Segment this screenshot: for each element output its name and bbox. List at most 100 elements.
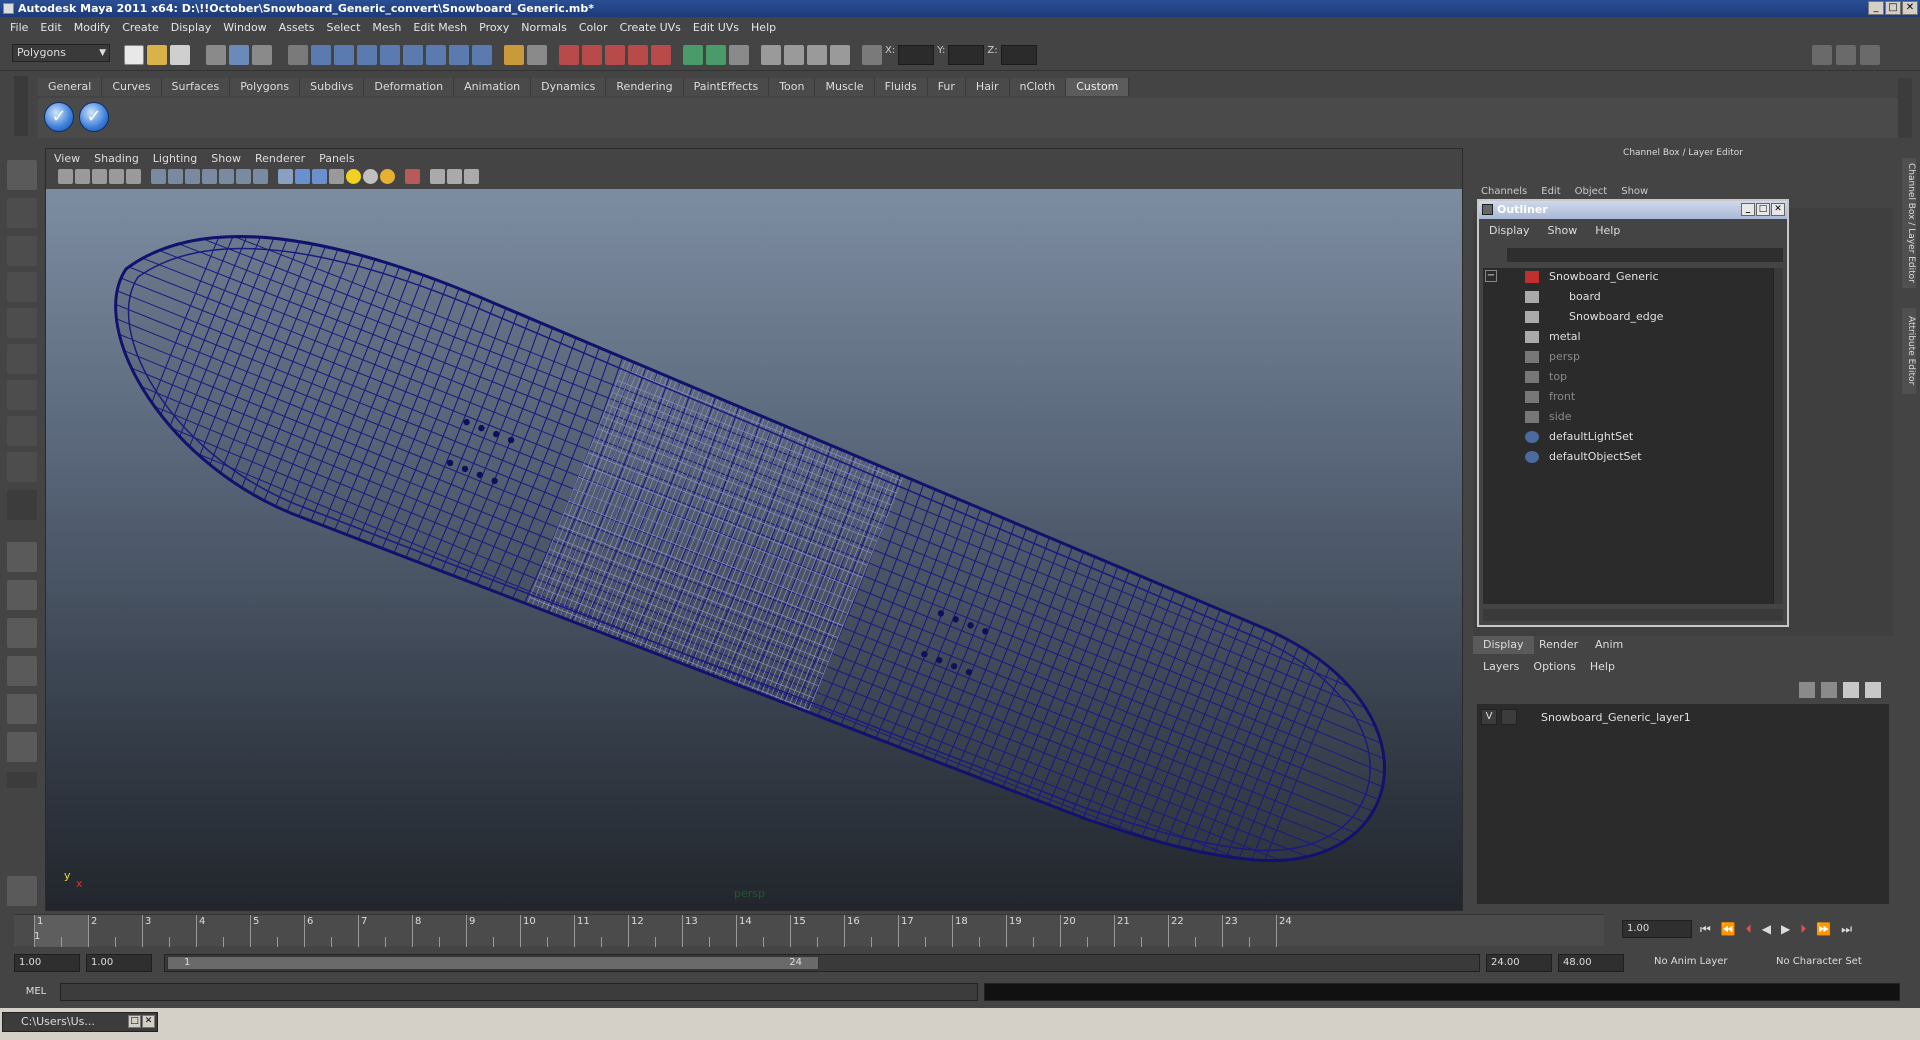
shelf-tab-curves[interactable]: Curves (102, 78, 162, 96)
field-chart-icon[interactable] (202, 169, 217, 184)
shelf-tab-ncloth[interactable]: nCloth (1009, 78, 1067, 96)
menu-modify[interactable]: Modify (68, 21, 116, 34)
save-scene-icon[interactable] (170, 45, 190, 65)
outliner-titlebar[interactable]: Outliner _ □ ✕ (1479, 201, 1787, 219)
shelf-handle[interactable] (14, 76, 28, 136)
toggle-attribute-editor-icon[interactable] (1812, 45, 1832, 65)
menu-color[interactable]: Color (573, 21, 614, 34)
outliner-item[interactable]: defaultLightSet (1525, 428, 1633, 446)
command-language-button[interactable]: MEL (14, 983, 58, 1001)
end-time-field[interactable]: 48.00 (1558, 954, 1624, 972)
shadows-icon[interactable] (380, 169, 395, 184)
collapse-toggle[interactable]: − (1485, 270, 1497, 282)
shelf-tab-custom[interactable]: Custom (1066, 78, 1130, 96)
wireframe-on-shaded-icon[interactable] (312, 169, 327, 184)
playback-start-field[interactable]: 1.00 (86, 954, 152, 972)
bonus-tool-icon[interactable] (7, 876, 37, 906)
layer-tab-anim[interactable]: Anim (1585, 636, 1633, 654)
default-light-icon[interactable] (346, 169, 361, 184)
lock-selection-icon[interactable] (504, 45, 524, 65)
checkmark-shelf-icon[interactable]: ✓ (79, 102, 109, 132)
outliner-item[interactable]: defaultObjectSet (1525, 448, 1642, 466)
create-layer-from-selected-icon[interactable] (1865, 682, 1881, 698)
step-back-key-icon[interactable]: ⏴ (1746, 922, 1752, 937)
snap-to-points-icon[interactable] (605, 45, 625, 65)
z-field[interactable] (1000, 45, 1037, 65)
select-camera-icon[interactable] (58, 169, 73, 184)
outliner-item[interactable]: board (1525, 288, 1601, 306)
persp-graph-outliner-layout-icon[interactable] (7, 732, 37, 762)
outliner-close-button[interactable]: ✕ (1771, 203, 1785, 216)
wireframe-icon[interactable] (278, 169, 293, 184)
output-ops-icon[interactable] (706, 45, 726, 65)
select-object-icon[interactable] (229, 45, 249, 65)
select-component-icon[interactable] (252, 45, 272, 65)
play-forwards-icon[interactable]: ▶ (1781, 922, 1790, 937)
menu-file[interactable]: File (4, 21, 34, 34)
start-time-field[interactable]: 1.00 (14, 954, 80, 972)
shelf-tab-polygons[interactable]: Polygons (230, 78, 301, 96)
y-field[interactable] (948, 45, 985, 65)
menu-create[interactable]: Create (116, 21, 165, 34)
outliner-item[interactable]: front (1525, 388, 1575, 406)
viewport-menu-lighting[interactable]: Lighting (153, 152, 205, 165)
viewport-menu-panels[interactable]: Panels (319, 152, 362, 165)
shelf-tab-painteffects[interactable]: PaintEffects (683, 78, 770, 96)
four-view-layout-icon[interactable] (7, 580, 37, 610)
channel-box-menu-channels[interactable]: Channels (1481, 186, 1527, 197)
layer-type-toggle[interactable] (1501, 709, 1517, 725)
snap-to-view-planes-icon[interactable] (628, 45, 648, 65)
gate-mask-icon[interactable] (185, 169, 200, 184)
new-scene-icon[interactable] (124, 45, 144, 65)
move-layer-down-icon[interactable] (1821, 682, 1837, 698)
outliner-item[interactable]: side (1525, 408, 1572, 426)
minimize-button[interactable]: _ (1868, 1, 1884, 15)
create-empty-layer-icon[interactable] (1843, 682, 1859, 698)
move-layer-up-icon[interactable] (1799, 682, 1815, 698)
range-slider-handle[interactable]: 1 24 (167, 956, 819, 970)
toggle-tool-settings-icon[interactable] (1836, 45, 1856, 65)
snap-to-grids-icon[interactable] (559, 45, 579, 65)
xray-joints-icon[interactable] (447, 169, 462, 184)
menu-edit[interactable]: Edit (34, 21, 67, 34)
menu-normals[interactable]: Normals (515, 21, 573, 34)
viewport-canvas[interactable]: persp y x (46, 189, 1462, 910)
viewport-menu-show[interactable]: Show (211, 152, 249, 165)
outliner-item[interactable]: Snowboard_Generic (1525, 268, 1659, 286)
outliner-filter-input[interactable] (1507, 248, 1783, 262)
image-plane-icon[interactable] (109, 169, 124, 184)
snap-to-curves-icon[interactable] (582, 45, 602, 65)
layer-menu-options[interactable]: Options (1533, 660, 1575, 673)
select-tool-icon[interactable] (7, 160, 37, 190)
viewport-menu-shading[interactable]: Shading (94, 152, 147, 165)
outliner-minimize-button[interactable]: _ (1741, 203, 1755, 216)
select-deformations-icon[interactable] (403, 45, 423, 65)
outliner-menu-show[interactable]: Show (1548, 224, 1578, 237)
paint-select-tool-icon[interactable] (7, 236, 37, 266)
minimized-window[interactable]: C:\Users\Us... □ ✕ (2, 1012, 158, 1032)
step-forward-key-icon[interactable]: ⏵ (1800, 922, 1806, 937)
menu-help[interactable]: Help (745, 21, 782, 34)
open-scene-icon[interactable] (147, 45, 167, 65)
shelf-tab-muscle[interactable]: Muscle (815, 78, 875, 96)
outliner-menu-display[interactable]: Display (1489, 224, 1530, 237)
smooth-shade-icon[interactable] (295, 169, 310, 184)
step-forward-frame-icon[interactable]: ⏩ (1816, 922, 1831, 937)
universal-manipulator-icon[interactable] (7, 380, 37, 410)
safe-action-icon[interactable] (219, 169, 234, 184)
select-curves-icon[interactable] (357, 45, 377, 65)
channel-box-menu-edit[interactable]: Edit (1541, 186, 1560, 197)
shelf-tab-animation[interactable]: Animation (454, 78, 532, 96)
outliner-vertical-scrollbar[interactable] (1773, 268, 1783, 604)
outliner-item[interactable]: top (1525, 368, 1567, 386)
all-lights-icon[interactable] (363, 169, 378, 184)
play-backwards-icon[interactable]: ◀ (1762, 922, 1771, 937)
close-button[interactable]: ✕ (142, 1015, 155, 1028)
outliner-menu-help[interactable]: Help (1595, 224, 1620, 237)
select-joints-icon[interactable] (334, 45, 354, 65)
shelf-tab-rendering[interactable]: Rendering (606, 78, 684, 96)
command-input[interactable] (60, 983, 978, 1001)
side-tab-channel-box[interactable]: Channel Box / Layer Editor (1902, 158, 1916, 288)
text-icon[interactable] (253, 169, 268, 184)
select-dynamics-icon[interactable] (426, 45, 446, 65)
